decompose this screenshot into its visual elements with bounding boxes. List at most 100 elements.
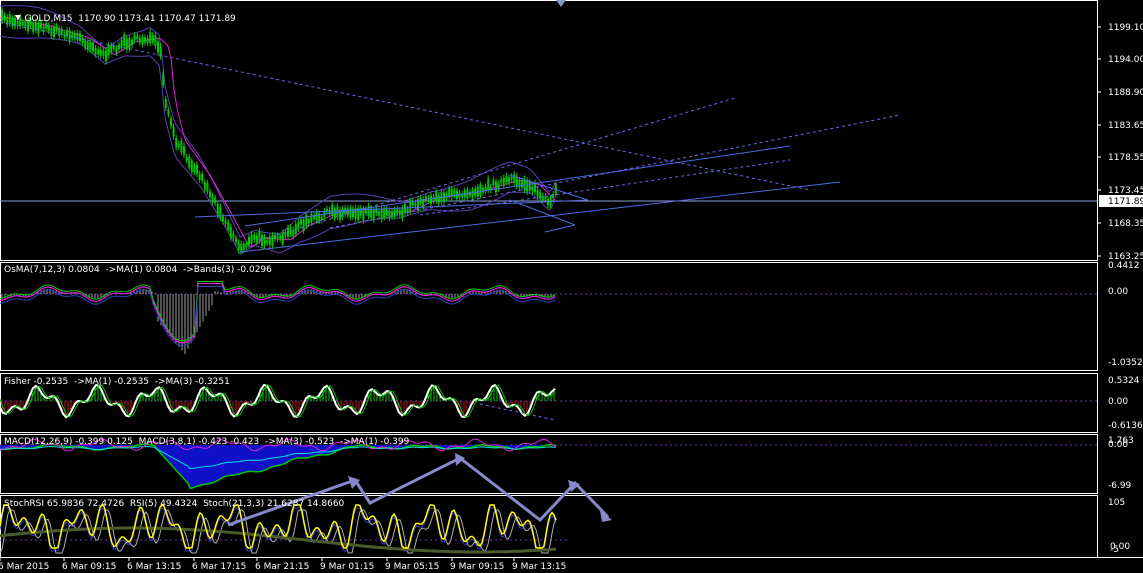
price-candle [92, 39, 94, 55]
price-candle [346, 205, 349, 219]
price-candle [123, 31, 126, 49]
price-candle [453, 187, 456, 199]
price-candle [534, 179, 536, 196]
price-candle [404, 201, 406, 217]
price-candle [263, 233, 266, 249]
price-candle [131, 36, 133, 49]
price-candle [154, 31, 157, 50]
macd-tick-label: -6.99 [1108, 481, 1132, 491]
price-candle [466, 186, 469, 202]
price-candle [354, 204, 357, 222]
ohlc-low: 1170.47 [158, 14, 196, 24]
price-candle [515, 173, 518, 190]
price-candle [170, 115, 172, 130]
channel-upper-trendline [244, 145, 791, 227]
price-candle [461, 190, 464, 201]
price-candle [102, 46, 105, 60]
price-candle [492, 176, 495, 189]
symbol-label: GOLD,M15 [24, 14, 73, 24]
moving-average-line [0, 17, 556, 248]
price-candle [177, 140, 180, 150]
price-candle [157, 38, 159, 56]
price-candle [513, 171, 516, 186]
time-label: 9 Mar 01:15 [320, 562, 374, 572]
fisher-tick-label: -0.6136 [1108, 421, 1143, 431]
ohlc-high: 1173.41 [118, 14, 156, 24]
price-candle [105, 47, 107, 65]
price-candle [422, 196, 425, 212]
time-label: 9 Mar 05:15 [385, 562, 439, 572]
time-label: 6 Mar 21:15 [255, 562, 309, 572]
price-candle [175, 135, 178, 151]
price-candle [99, 46, 102, 59]
fisher-tick-label: 0.5324 [1108, 376, 1140, 386]
osma-tick-label: 0.00 [1108, 287, 1128, 297]
price-candle [81, 34, 84, 47]
price-candle [539, 189, 542, 202]
time-label: 9 Mar 13:15 [512, 562, 566, 572]
price-candle [144, 34, 146, 46]
price-candle [136, 32, 139, 43]
ohlc-open: 1170.90 [78, 14, 116, 24]
price-candle [198, 170, 201, 184]
price-candle [388, 207, 391, 222]
price-candle [201, 171, 204, 184]
price-candle [378, 208, 380, 219]
price-candle [185, 153, 188, 164]
current-price-label: 1171.89 [1108, 197, 1143, 207]
price-candle [128, 35, 131, 53]
price-candle [180, 137, 183, 156]
price-candle [138, 34, 141, 46]
ohlc-close: 1171.89 [198, 14, 236, 24]
price-candle [349, 204, 352, 221]
price-candle [214, 194, 217, 207]
price-candle [97, 45, 100, 58]
price-candle [518, 176, 521, 191]
price-candle [437, 192, 440, 207]
time-label: 6 Mar 17:15 [192, 562, 246, 572]
price-candle [193, 162, 196, 176]
fisher-tick-label: 0.00 [1108, 397, 1128, 407]
arrow-head-icon [600, 510, 612, 522]
price-candle [469, 188, 471, 199]
price-candle [268, 233, 271, 248]
price-candle [209, 188, 211, 201]
price-candle [430, 192, 432, 207]
price-candle [297, 219, 300, 232]
price-candle [1, 6, 3, 25]
price-candle [188, 153, 191, 171]
price-candle [484, 183, 487, 194]
price-candle [172, 123, 175, 140]
osma-signal-line [0, 281, 556, 342]
fisher-header: Fisher -0.2535 ->MA(1) -0.2535 ->MA(3) -… [4, 377, 230, 387]
macd-header: MACD(12,26,9) -0.399 0.125 MACD(3,8,1) -… [4, 437, 410, 447]
osma-tick-label: 0.4412 [1108, 261, 1140, 271]
price-candle [482, 184, 484, 196]
price-candle [190, 157, 193, 176]
price-tick-label: 1199.10 [1108, 23, 1143, 33]
price-candle [159, 42, 162, 60]
rsi-line [0, 509, 557, 554]
price-candle [357, 205, 360, 224]
price-candle [495, 178, 497, 196]
chart-title[interactable]: GOLD,M15 1170.90 1173.41 1170.47 1171.89 [4, 4, 236, 34]
price-candle [536, 187, 539, 200]
price-candle [489, 183, 492, 194]
price-candle [313, 212, 315, 222]
price-candle [359, 204, 362, 219]
pane-frame-1 [0, 262, 1098, 371]
price-tick-label: 1178.55 [1108, 153, 1143, 163]
price-tick-label: 1188.90 [1108, 88, 1143, 98]
price-candle [406, 205, 409, 216]
dropdown-triangle-icon[interactable] [15, 15, 22, 20]
price-candle [352, 205, 354, 221]
stochrsi-tick-label: 105 [1108, 498, 1125, 508]
price-candle [500, 176, 503, 186]
price-candle [497, 180, 500, 192]
price-candle [479, 181, 482, 199]
price-candle [333, 205, 336, 222]
stochrsi-header: StochRSI 65.9836 72.4726 RSI(5) 49.4324 … [4, 499, 345, 509]
price-candle [310, 211, 313, 226]
time-label: 6 Mar 2015 [0, 562, 49, 572]
price-candle [450, 185, 453, 201]
